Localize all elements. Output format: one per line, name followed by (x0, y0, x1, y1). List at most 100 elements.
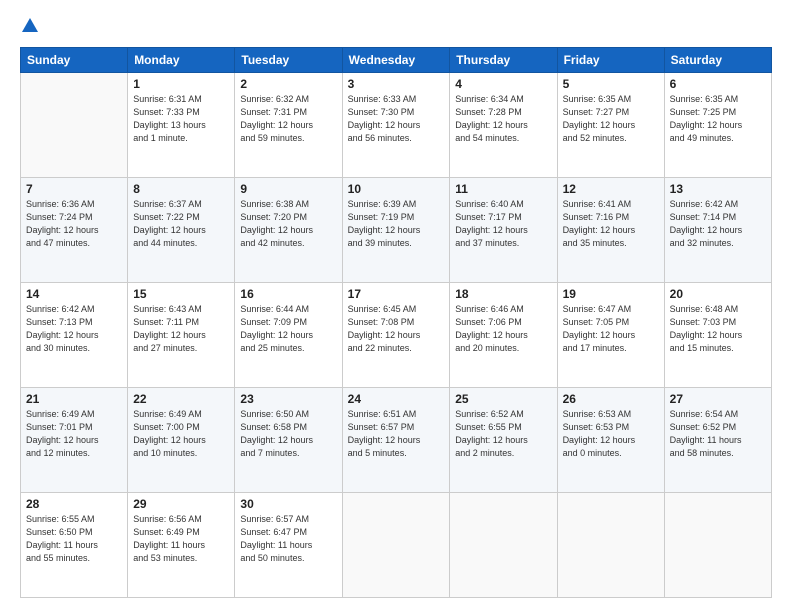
calendar-cell: 18 Sunrise: 6:46 AMSunset: 7:06 PMDayligh… (450, 283, 557, 388)
day-number: 22 (133, 392, 229, 406)
calendar-cell: 1 Sunrise: 6:31 AMSunset: 7:33 PMDaylight… (128, 73, 235, 178)
calendar-cell: 23 Sunrise: 6:50 AMSunset: 6:58 PMDayligh… (235, 388, 342, 493)
day-number: 10 (348, 182, 445, 196)
weekday-sunday: Sunday (21, 48, 128, 73)
day-number: 24 (348, 392, 445, 406)
day-number: 21 (26, 392, 122, 406)
header (20, 18, 772, 37)
day-info: Sunrise: 6:41 AMSunset: 7:16 PMDaylight:… (563, 198, 659, 250)
calendar-cell: 7 Sunrise: 6:36 AMSunset: 7:24 PMDaylight… (21, 178, 128, 283)
day-info: Sunrise: 6:42 AMSunset: 7:14 PMDaylight:… (670, 198, 766, 250)
calendar-cell: 2Sunrise: 6:32 AMSunset: 7:31 PMDaylight… (235, 73, 342, 178)
calendar-cell: 12 Sunrise: 6:41 AMSunset: 7:16 PMDayligh… (557, 178, 664, 283)
calendar-week-4: 21 Sunrise: 6:49 AMSunset: 7:01 PMDayligh… (21, 388, 772, 493)
calendar-cell: 28 Sunrise: 6:55 AMSunset: 6:50 PMDayligh… (21, 493, 128, 598)
day-number: 9 (240, 182, 336, 196)
day-number: 28 (26, 497, 122, 511)
day-info: Sunrise: 6:36 AMSunset: 7:24 PMDaylight:… (26, 198, 122, 250)
calendar-cell: 14 Sunrise: 6:42 AMSunset: 7:13 PMDayligh… (21, 283, 128, 388)
day-info: Sunrise: 6:39 AMSunset: 7:19 PMDaylight:… (348, 198, 445, 250)
day-number: 18 (455, 287, 551, 301)
day-number: 23 (240, 392, 336, 406)
calendar-cell (664, 493, 771, 598)
day-number: 7 (26, 182, 122, 196)
calendar-week-2: 7 Sunrise: 6:36 AMSunset: 7:24 PMDaylight… (21, 178, 772, 283)
calendar-body: 1 Sunrise: 6:31 AMSunset: 7:33 PMDaylight… (21, 73, 772, 598)
weekday-monday: Monday (128, 48, 235, 73)
calendar-cell (557, 493, 664, 598)
day-number: 27 (670, 392, 766, 406)
day-info: Sunrise: 6:44 AMSunset: 7:09 PMDaylight:… (240, 303, 336, 355)
calendar-cell (21, 73, 128, 178)
day-number: 8 (133, 182, 229, 196)
calendar-cell: 16 Sunrise: 6:44 AMSunset: 7:09 PMDayligh… (235, 283, 342, 388)
day-info: Sunrise: 6:37 AMSunset: 7:22 PMDaylight:… (133, 198, 229, 250)
day-number: 19 (563, 287, 659, 301)
day-info: Sunrise: 6:51 AMSunset: 6:57 PMDaylight:… (348, 408, 445, 460)
day-info: Sunrise: 6:42 AMSunset: 7:13 PMDaylight:… (26, 303, 122, 355)
page: SundayMondayTuesdayWednesdayThursdayFrid… (0, 0, 792, 612)
day-number: 13 (670, 182, 766, 196)
day-number: 17 (348, 287, 445, 301)
day-info: Sunrise: 6:46 AMSunset: 7:06 PMDaylight:… (455, 303, 551, 355)
weekday-thursday: Thursday (450, 48, 557, 73)
day-info: Sunrise: 6:47 AMSunset: 7:05 PMDaylight:… (563, 303, 659, 355)
calendar-cell: 13 Sunrise: 6:42 AMSunset: 7:14 PMDayligh… (664, 178, 771, 283)
weekday-saturday: Saturday (664, 48, 771, 73)
day-number: 14 (26, 287, 122, 301)
day-info: Sunrise: 6:56 AMSunset: 6:49 PMDaylight:… (133, 513, 229, 565)
calendar-cell (342, 493, 450, 598)
calendar-cell: 9 Sunrise: 6:38 AMSunset: 7:20 PMDaylight… (235, 178, 342, 283)
calendar-cell: 11 Sunrise: 6:40 AMSunset: 7:17 PMDayligh… (450, 178, 557, 283)
day-number: 29 (133, 497, 229, 511)
day-info: Sunrise: 6:43 AMSunset: 7:11 PMDaylight:… (133, 303, 229, 355)
day-number: 6 (670, 77, 766, 91)
day-info: Sunrise: 6:38 AMSunset: 7:20 PMDaylight:… (240, 198, 336, 250)
day-info: Sunrise: 6:40 AMSunset: 7:17 PMDaylight:… (455, 198, 551, 250)
day-info: Sunrise: 6:34 AMSunset: 7:28 PMDaylight:… (455, 93, 551, 145)
calendar-cell: 5Sunrise: 6:35 AMSunset: 7:27 PMDaylight… (557, 73, 664, 178)
calendar-cell: 8 Sunrise: 6:37 AMSunset: 7:22 PMDaylight… (128, 178, 235, 283)
day-info: Sunrise: 6:48 AMSunset: 7:03 PMDaylight:… (670, 303, 766, 355)
day-number: 16 (240, 287, 336, 301)
day-info: Sunrise: 6:49 AMSunset: 7:00 PMDaylight:… (133, 408, 229, 460)
day-info: Sunrise: 6:57 AMSunset: 6:47 PMDaylight:… (240, 513, 336, 565)
weekday-wednesday: Wednesday (342, 48, 450, 73)
day-number: 11 (455, 182, 551, 196)
calendar-cell: 30 Sunrise: 6:57 AMSunset: 6:47 PMDayligh… (235, 493, 342, 598)
calendar-cell: 29 Sunrise: 6:56 AMSunset: 6:49 PMDayligh… (128, 493, 235, 598)
calendar-cell: 27 Sunrise: 6:54 AMSunset: 6:52 PMDayligh… (664, 388, 771, 493)
day-info: Sunrise: 6:49 AMSunset: 7:01 PMDaylight:… (26, 408, 122, 460)
calendar-cell (450, 493, 557, 598)
day-info: Sunrise: 6:50 AMSunset: 6:58 PMDaylight:… (240, 408, 336, 460)
day-number: 5 (563, 77, 659, 91)
weekday-friday: Friday (557, 48, 664, 73)
calendar-cell: 25Sunrise: 6:52 AMSunset: 6:55 PMDayligh… (450, 388, 557, 493)
calendar-cell: 3 Sunrise: 6:33 AMSunset: 7:30 PMDaylight… (342, 73, 450, 178)
day-info: Sunrise: 6:31 AMSunset: 7:33 PMDaylight:… (133, 93, 229, 145)
logo-icon (22, 18, 38, 32)
logo (20, 18, 38, 37)
day-number: 12 (563, 182, 659, 196)
day-number: 25 (455, 392, 551, 406)
day-info: Sunrise: 6:33 AMSunset: 7:30 PMDaylight:… (348, 93, 445, 145)
calendar-cell: 4Sunrise: 6:34 AMSunset: 7:28 PMDaylight… (450, 73, 557, 178)
day-number: 20 (670, 287, 766, 301)
calendar-cell: 22 Sunrise: 6:49 AMSunset: 7:00 PMDayligh… (128, 388, 235, 493)
calendar-table: SundayMondayTuesdayWednesdayThursdayFrid… (20, 47, 772, 598)
day-info: Sunrise: 6:54 AMSunset: 6:52 PMDaylight:… (670, 408, 766, 460)
day-number: 30 (240, 497, 336, 511)
day-number: 26 (563, 392, 659, 406)
calendar-cell: 26 Sunrise: 6:53 AMSunset: 6:53 PMDayligh… (557, 388, 664, 493)
weekday-tuesday: Tuesday (235, 48, 342, 73)
calendar-week-3: 14 Sunrise: 6:42 AMSunset: 7:13 PMDayligh… (21, 283, 772, 388)
day-number: 1 (133, 77, 229, 91)
day-info: Sunrise: 6:53 AMSunset: 6:53 PMDaylight:… (563, 408, 659, 460)
day-number: 3 (348, 77, 445, 91)
weekday-header-row: SundayMondayTuesdayWednesdayThursdayFrid… (21, 48, 772, 73)
calendar-cell: 20 Sunrise: 6:48 AMSunset: 7:03 PMDayligh… (664, 283, 771, 388)
calendar-cell: 19 Sunrise: 6:47 AMSunset: 7:05 PMDayligh… (557, 283, 664, 388)
day-info: Sunrise: 6:55 AMSunset: 6:50 PMDaylight:… (26, 513, 122, 565)
day-info: Sunrise: 6:32 AMSunset: 7:31 PMDaylight:… (240, 93, 336, 145)
calendar-cell: 21 Sunrise: 6:49 AMSunset: 7:01 PMDayligh… (21, 388, 128, 493)
